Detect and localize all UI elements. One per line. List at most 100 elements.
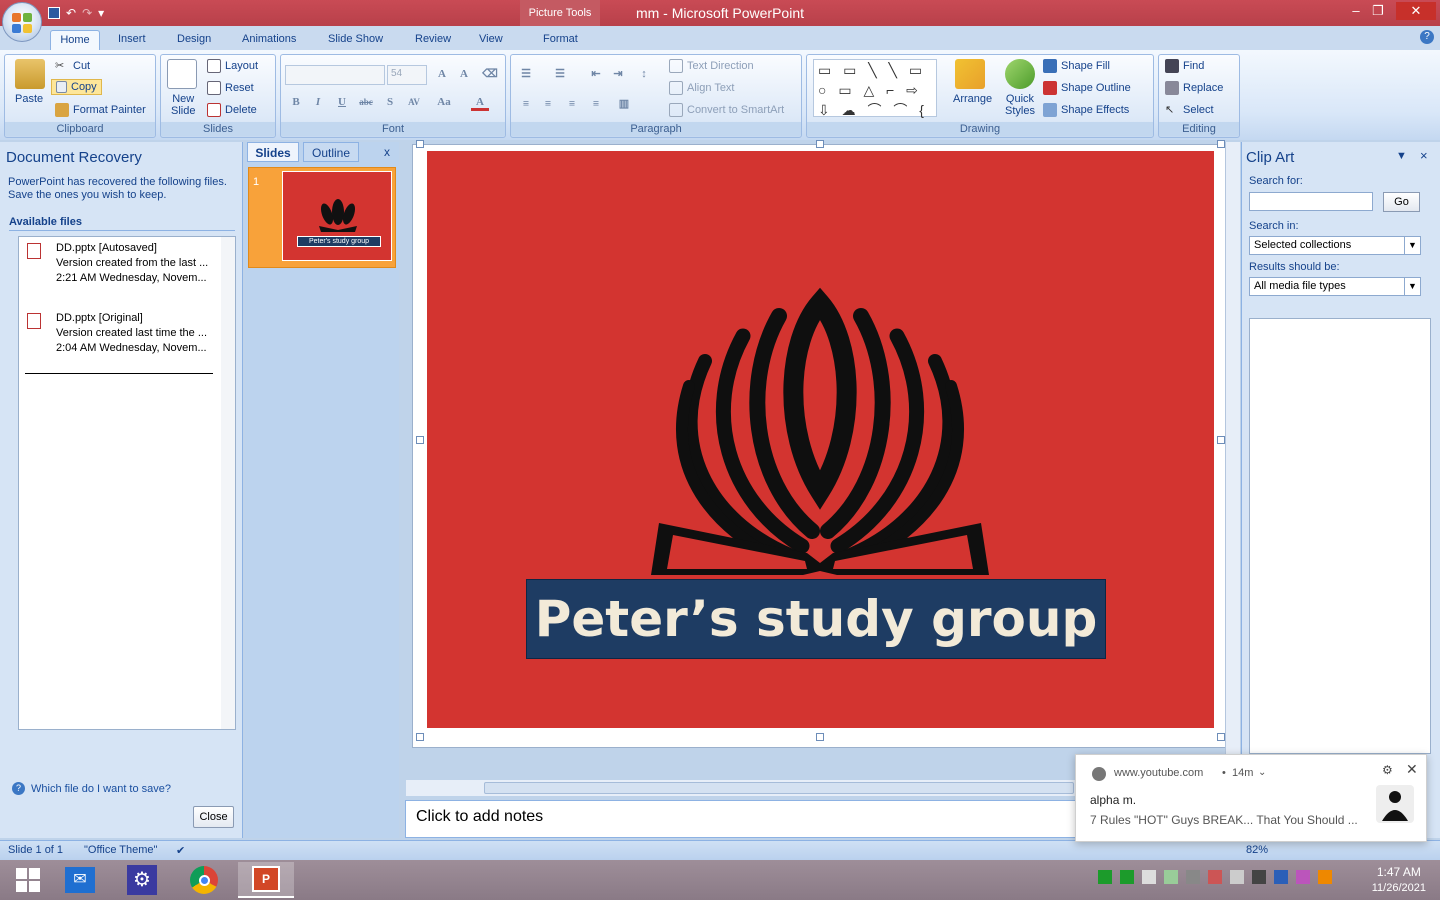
arrange-button[interactable]: Arrange [953,93,992,105]
close-window-button[interactable]: ✕ [1396,2,1436,20]
tab-insert[interactable]: Insert [112,30,152,50]
browser-notification[interactable]: www.youtube.com • 14m ⌄ ⚙ ✕ alpha m. 7 R… [1075,754,1427,842]
columns-icon[interactable]: ▥ [615,95,633,113]
quick-styles-button[interactable]: Quick Styles [1005,93,1035,117]
resize-handle[interactable] [1217,140,1225,148]
shape-effects-button[interactable]: Shape Effects [1043,103,1129,117]
slide-thumbnail-1[interactable]: 1 Peter's study group [248,167,396,268]
settings-app-button[interactable]: ⚙ [114,862,170,898]
copy-button[interactable]: Copy [51,79,102,95]
align-text-button[interactable]: Align Text [669,81,735,95]
shapes-gallery[interactable]: ▭ ▭ ╲ ╲ ▭ ○ ▭ △ ⌐ ⇨ ⇩ ☁ ⌒ ⌒ { [813,59,937,118]
resize-handle[interactable] [1217,436,1225,444]
resize-handle[interactable] [416,140,424,148]
tray-app-icon[interactable] [1186,870,1200,884]
customize-qat-icon[interactable]: ▾ [98,6,104,20]
results-type-select[interactable]: All media file types ▼ [1249,277,1421,296]
chrome-app-button[interactable] [176,862,232,898]
italic-icon[interactable]: I [309,93,327,111]
settings-gear-icon[interactable]: ⚙ [1382,763,1393,777]
tray-app-icon[interactable] [1318,870,1332,884]
save-icon[interactable] [48,7,60,19]
which-file-help-link[interactable]: ? Which file do I want to save? [12,782,171,795]
shrink-font-icon[interactable]: A [455,65,473,83]
font-name-box[interactable] [285,65,385,85]
cut-button[interactable]: ✂ Cut [55,59,90,73]
title-banner[interactable]: Peter’s study group [526,579,1106,659]
bullets-icon[interactable]: ☰ [517,65,535,83]
strikethrough-icon[interactable]: abc [357,93,375,111]
align-right-icon[interactable]: ≡ [563,95,581,113]
slides-panel-close[interactable]: x [379,142,395,162]
resize-handle[interactable] [816,733,824,741]
change-case-icon[interactable]: Aa [435,93,453,111]
tab-slides[interactable]: Slides [247,142,299,162]
horizontal-scrollbar[interactable] [406,780,1106,796]
start-button[interactable] [0,862,56,898]
tab-home[interactable]: Home [50,30,100,50]
text-shadow-icon[interactable]: S [381,93,399,111]
decrease-indent-icon[interactable]: ⇤ [587,65,605,83]
tab-format[interactable]: Format [537,30,584,50]
reset-button[interactable]: Reset [207,81,254,95]
clip-art-results[interactable] [1249,318,1431,754]
tab-animations[interactable]: Animations [236,30,302,50]
list-scrollbar[interactable] [221,237,235,729]
go-button[interactable]: Go [1383,192,1420,212]
select-button[interactable]: ↖ Select [1165,103,1214,117]
convert-smartart-button[interactable]: Convert to SmartArt [669,103,784,117]
spellcheck-icon[interactable]: ✔ [176,844,185,857]
tray-app-icon[interactable] [1142,870,1156,884]
search-in-select[interactable]: Selected collections ▼ [1249,236,1421,255]
character-spacing-icon[interactable]: AV [405,93,423,111]
increase-indent-icon[interactable]: ⇥ [609,65,627,83]
notification-close-icon[interactable]: ✕ [1406,761,1418,778]
layout-button[interactable]: Layout [207,59,258,73]
recovery-close-button[interactable]: Close [193,806,234,828]
replace-button[interactable]: Replace [1165,81,1223,95]
grow-font-icon[interactable]: A [433,65,451,83]
mail-app-button[interactable]: ✉ [52,862,108,898]
powerpoint-app-button[interactable]: P [238,862,294,898]
align-left-icon[interactable]: ≡ [517,95,535,113]
justify-icon[interactable]: ≡ [587,95,605,113]
resize-handle[interactable] [416,733,424,741]
resize-handle[interactable] [816,140,824,148]
format-painter-button[interactable]: Format Painter [55,103,146,117]
shape-outline-button[interactable]: Shape Outline [1043,81,1131,95]
paste-button[interactable]: Paste [15,93,43,105]
clip-art-search-input[interactable] [1249,192,1373,211]
restore-button[interactable]: ❐ [1364,2,1392,20]
resize-handle[interactable] [1217,733,1225,741]
vertical-scrollbar[interactable] [1225,142,1240,754]
chevron-down-icon[interactable]: ⌄ [1258,767,1266,778]
pane-close-icon[interactable]: × [1420,148,1428,163]
taskbar-clock[interactable]: 1:47 AM 11/26/2021 [1372,864,1426,896]
text-direction-button[interactable]: Text Direction [669,59,754,73]
tray-app-icon[interactable] [1098,870,1112,884]
resize-handle[interactable] [416,436,424,444]
new-slide-button[interactable]: New Slide [171,93,195,117]
help-icon[interactable]: ? [1420,30,1434,44]
tray-app-icon[interactable] [1296,870,1310,884]
redo-icon[interactable]: ↷ [82,6,92,20]
office-button[interactable] [2,2,42,42]
font-size-box[interactable]: 54 [387,65,427,85]
network-icon[interactable] [1230,870,1244,884]
find-button[interactable]: Find [1165,59,1204,73]
tray-app-icon[interactable] [1252,870,1266,884]
tab-outline[interactable]: Outline [303,142,359,162]
tray-app-icon[interactable] [1120,870,1134,884]
underline-icon[interactable]: U [333,93,351,111]
horizontal-scroll-thumb[interactable] [484,782,1074,794]
undo-icon[interactable]: ↶ [66,6,76,20]
shape-fill-button[interactable]: Shape Fill [1043,59,1110,73]
delete-button[interactable]: Delete [207,103,257,117]
align-center-icon[interactable]: ≡ [539,95,557,113]
zoom-level[interactable]: 82% [1246,844,1268,856]
tab-slide-show[interactable]: Slide Show [322,30,389,50]
line-spacing-icon[interactable]: ↕ [635,65,653,83]
bold-icon[interactable]: B [287,93,305,111]
tab-view[interactable]: View [473,30,509,50]
tray-app-icon[interactable] [1164,870,1178,884]
